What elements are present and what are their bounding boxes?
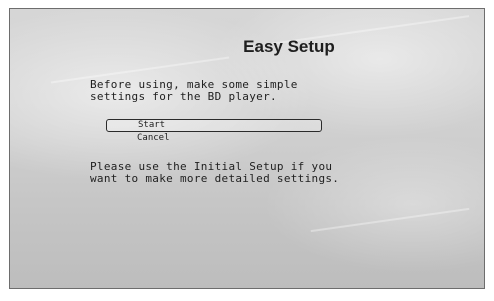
tv-frame: Easy Setup Before using, make some simpl…: [0, 0, 494, 301]
hint-line: Please use the Initial Setup if you: [90, 160, 333, 173]
hint-text: Please use the Initial Setup if you want…: [90, 161, 339, 184]
start-button[interactable]: Start: [106, 119, 322, 132]
cancel-button[interactable]: Cancel: [106, 132, 322, 145]
intro-text: Before using, make some simple settings …: [90, 79, 298, 102]
intro-line: settings for the BD player.: [90, 89, 277, 103]
setup-menu: Start Cancel: [106, 119, 322, 145]
intro-line: Before using, make some simple: [90, 78, 298, 91]
hint-line: want to make more detailed settings.: [90, 171, 340, 185]
background-streak: [310, 207, 470, 233]
setup-screen: Easy Setup Before using, make some simpl…: [9, 8, 485, 289]
page-title: Easy Setup: [243, 37, 335, 56]
